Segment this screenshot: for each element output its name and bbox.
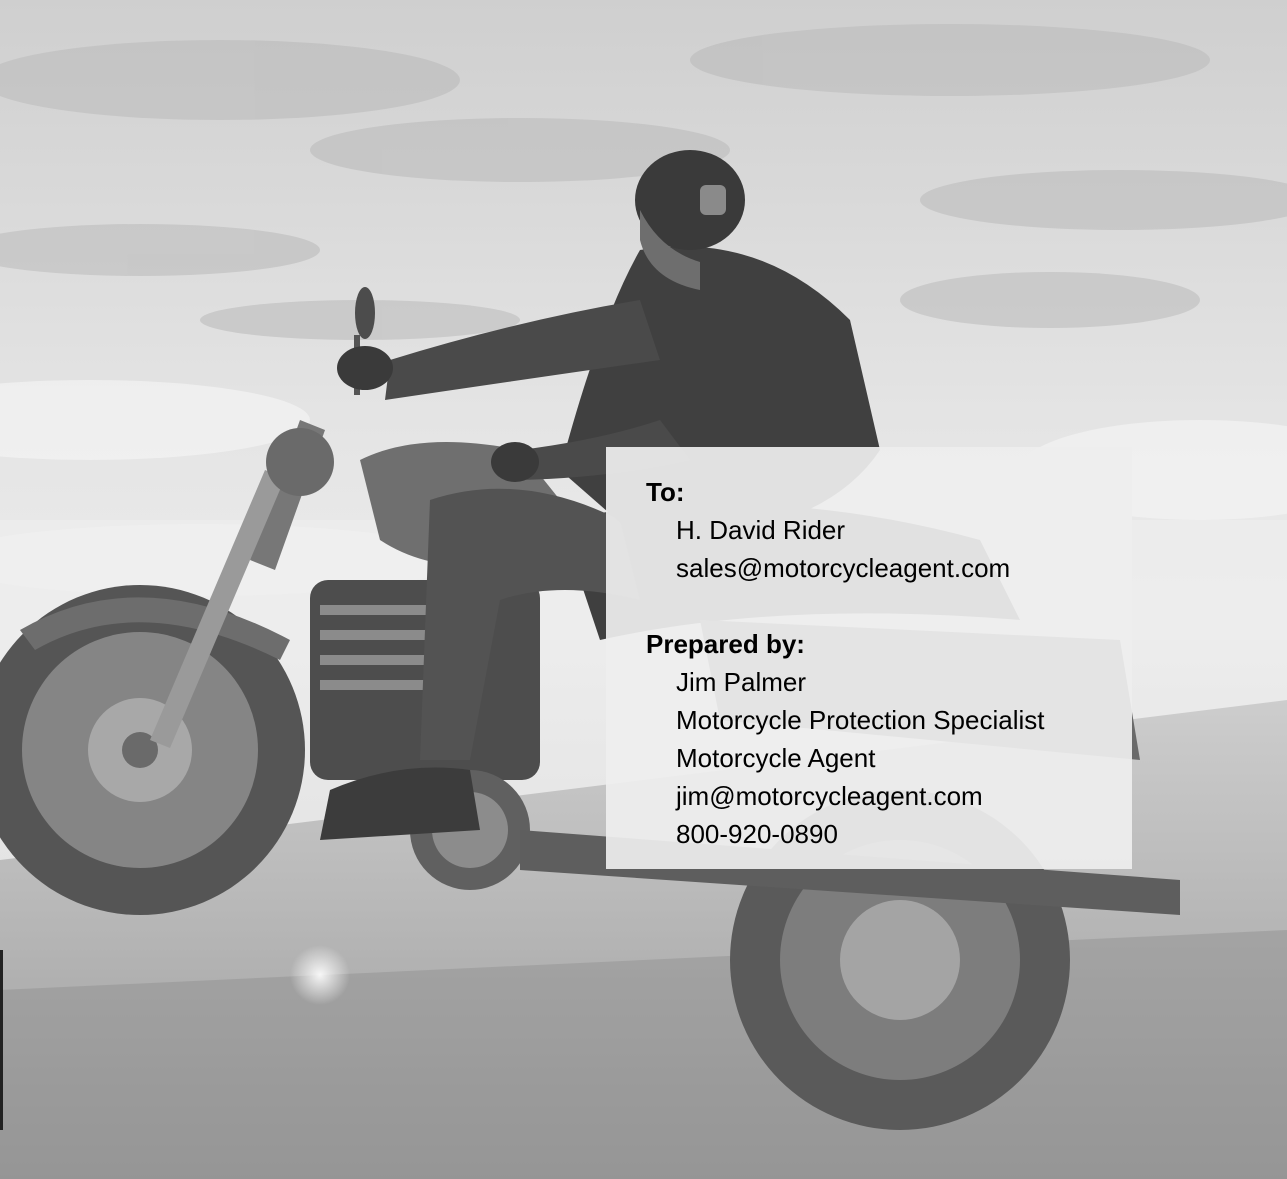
to-heading: To: [646, 477, 685, 507]
prepared-by-heading: Prepared by: [646, 629, 805, 659]
preparer-title: Motorcycle Protection Specialist [676, 705, 1045, 735]
proposal-cover-page: To: H. David Rider sales@motorcycleagent… [0, 0, 1287, 1179]
recipient-name: H. David Rider [676, 515, 846, 545]
preparer-company: Motorcycle Agent [676, 743, 876, 773]
page-edge-mark [0, 950, 3, 1130]
preparer-email: jim@motorcycleagent.com [676, 781, 983, 811]
preparer-name: Jim Palmer [676, 667, 807, 697]
preparer-phone: 800-920-0890 [676, 819, 838, 849]
recipient-email: sales@motorcycleagent.com [676, 553, 1011, 583]
contact-info-card: To: H. David Rider sales@motorcycleagent… [606, 447, 1132, 869]
